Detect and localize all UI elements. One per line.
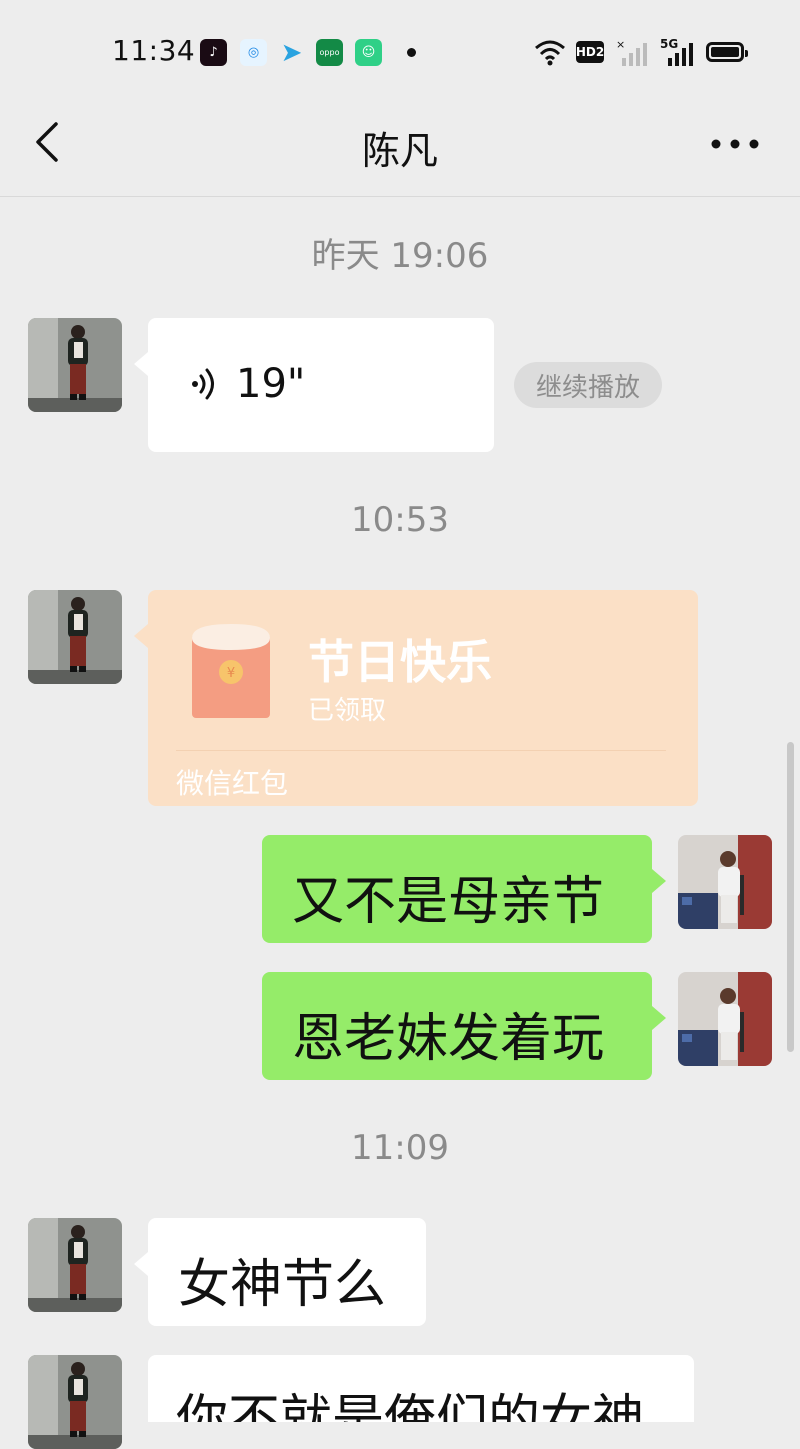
wifi-icon xyxy=(535,40,565,66)
timestamp: 10:53 xyxy=(351,500,449,540)
voice-message[interactable]: 19" xyxy=(134,318,494,452)
red-packet-title: 节日快乐 xyxy=(308,635,492,689)
voice-wave-icon xyxy=(192,368,214,400)
red-packet-status: 已领取 xyxy=(308,696,387,726)
red-packet-message[interactable]: ¥ 节日快乐 已领取 微信红包 xyxy=(134,590,698,806)
browser-icon: ◎ xyxy=(240,39,267,66)
message-text: 恩老妹发着玩 xyxy=(292,1009,605,1069)
signal-sim2-icon xyxy=(668,43,693,66)
contact-avatar[interactable] xyxy=(28,590,122,684)
status-bar: 11:34 ♪ ◎ ➤ oppo ☺ HD2 × 5G xyxy=(0,0,800,100)
message-bubble-self[interactable]: 又不是母亲节 xyxy=(262,835,666,943)
divider xyxy=(176,750,666,751)
svg-text:×: × xyxy=(616,38,625,51)
more-notifications-dot xyxy=(407,48,416,57)
voice-duration: 19" xyxy=(236,361,306,407)
signal-sim1-icon: × xyxy=(616,38,647,66)
battery-icon xyxy=(706,42,748,62)
timestamp: 11:09 xyxy=(351,1128,449,1168)
tiktok-icon: ♪ xyxy=(200,39,227,66)
chat-header: 陈凡 xyxy=(0,100,800,197)
hd-voice-icon: HD2 xyxy=(576,41,604,63)
oppo-icon: oppo xyxy=(316,39,343,66)
message-bubble-other[interactable]: 女神节么 xyxy=(134,1218,426,1326)
timestamp: 昨天 19:06 xyxy=(311,236,489,276)
store-icon: ☺ xyxy=(355,39,382,66)
message-text: 女神节么 xyxy=(178,1255,387,1315)
svg-text:¥: ¥ xyxy=(227,666,235,681)
continue-playing-button[interactable]: 继续播放 xyxy=(514,362,662,408)
message-text: 你不就是俺们的女神 xyxy=(176,1390,645,1422)
status-time: 11:34 xyxy=(112,34,196,67)
my-avatar[interactable] xyxy=(678,972,772,1066)
contact-avatar[interactable] xyxy=(28,1355,122,1449)
message-bubble-other[interactable]: 你不就是俺们的女神 xyxy=(148,1355,694,1422)
scrollbar[interactable] xyxy=(787,742,794,1052)
contact-avatar[interactable] xyxy=(28,318,122,412)
chat-title: 陈凡 xyxy=(361,129,438,173)
message-text: 又不是母亲节 xyxy=(292,872,605,932)
red-packet-label: 微信红包 xyxy=(176,767,289,800)
my-avatar[interactable] xyxy=(678,835,772,929)
telegram-icon: ➤ xyxy=(280,37,303,68)
contact-avatar[interactable] xyxy=(28,1218,122,1312)
more-options-icon[interactable] xyxy=(710,138,760,150)
red-packet-icon: ¥ xyxy=(192,624,270,718)
message-bubble-self[interactable]: 恩老妹发着玩 xyxy=(262,972,666,1080)
